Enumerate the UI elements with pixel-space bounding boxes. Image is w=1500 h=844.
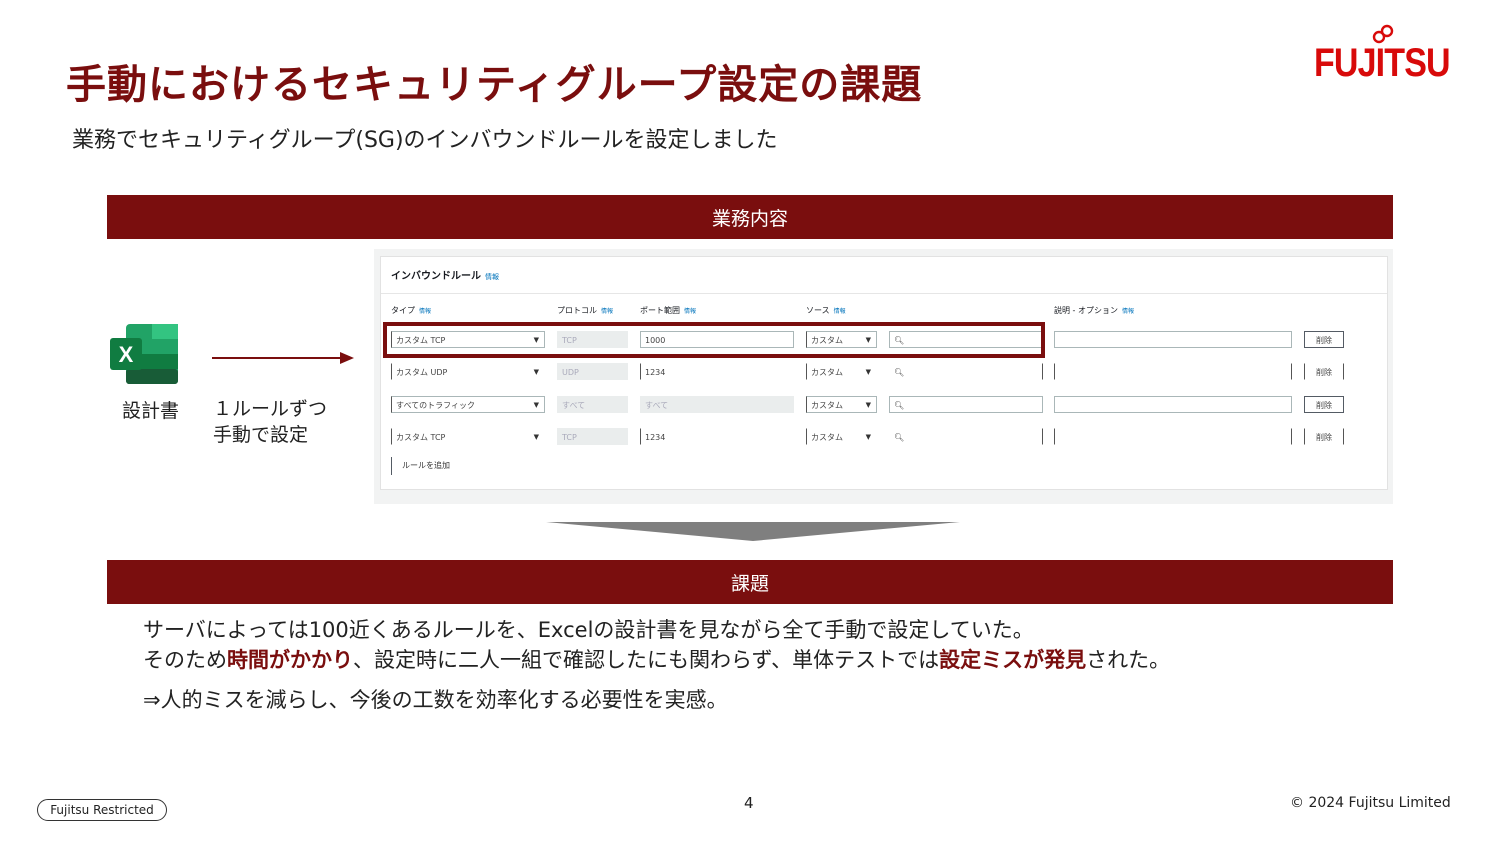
port-range-input[interactable]: 1234 <box>640 363 794 380</box>
delete-button[interactable]: 削除 <box>1304 396 1344 413</box>
inbound-rules-panel: インバウンドルール 情報 タイプ 情報 プロトコル 情報 ポート範囲 情報 ソース 情報 … <box>380 256 1388 490</box>
protocol-field: すべて <box>557 396 628 413</box>
source-select-value: カスタム <box>811 368 843 377</box>
emphasis-time: 時間がかかり <box>227 648 353 672</box>
logo-text: FUJITSU <box>1314 41 1451 85</box>
info-link[interactable]: 情報 <box>485 273 499 281</box>
port-range-input[interactable]: 1234 <box>640 428 794 445</box>
column-header-type-label: タイプ <box>391 306 415 315</box>
fujitsu-logo: FUJITSU <box>1312 24 1452 94</box>
type-select[interactable]: カスタム TCP ▼ <box>391 428 545 445</box>
info-link[interactable]: 情報 <box>684 308 696 315</box>
svg-text:X: X <box>119 342 134 367</box>
source-select-value: カスタム <box>811 433 843 442</box>
issue-line-2: そのため時間がかかり、設定時に二人一組で確認したにも関わらず、単体テストでは設定… <box>143 644 1170 674</box>
divider <box>381 293 1387 294</box>
info-link[interactable]: 情報 <box>419 308 431 315</box>
protocol-field: TCP <box>557 428 628 445</box>
section-header-issue-label: 課題 <box>730 572 769 595</box>
column-header-port-label: ポート範囲 <box>640 306 680 315</box>
caret-down-icon: ▼ <box>533 368 539 376</box>
caret-down-icon: ▼ <box>533 433 539 441</box>
search-icon: 🔍︎ <box>894 368 905 377</box>
delete-button[interactable]: 削除 <box>1304 363 1344 380</box>
inbound-rules-heading: インバウンドルール 情報 <box>391 267 499 282</box>
protocol-field: UDP <box>557 363 628 380</box>
caret-down-icon: ▼ <box>865 433 871 441</box>
copyright: © 2024 Fujitsu Limited <box>1290 795 1451 811</box>
source-search-input[interactable]: 🔍︎ <box>889 428 1043 445</box>
type-select-value: すべてのトラフィック <box>396 401 475 410</box>
issue-line-2-part-c: された。 <box>1086 648 1171 672</box>
type-select-value: カスタム UDP <box>396 368 448 377</box>
step-label-line2: 手動で設定 <box>213 424 309 446</box>
info-link[interactable]: 情報 <box>834 308 846 315</box>
description-input[interactable] <box>1054 363 1292 380</box>
source-select[interactable]: カスタム ▼ <box>806 363 877 380</box>
source-select[interactable]: カスタム ▼ <box>806 428 877 445</box>
column-header-description: 説明 - オプション 情報 <box>1054 305 1134 316</box>
column-header-type: タイプ 情報 <box>391 305 431 316</box>
inbound-rules-heading-text: インバウンドルール <box>391 271 481 282</box>
column-header-description-label: 説明 - オプション <box>1054 306 1118 315</box>
step-label-line1: １ルールずつ <box>213 398 328 420</box>
table-row: カスタム TCP ▼ TCP 1234 カスタム ▼ 🔍︎ 削除 <box>381 428 1387 448</box>
column-header-source: ソース 情報 <box>806 305 846 316</box>
source-select-value: カスタム <box>811 401 843 410</box>
subtitle: 業務でセキュリティグループ(SG)のインバウンドルールを設定しました <box>72 128 778 153</box>
page-title: 手動におけるセキュリティグループ設定の課題 <box>66 62 923 108</box>
type-select[interactable]: すべてのトラフィック ▼ <box>391 396 545 413</box>
delete-button[interactable]: 削除 <box>1304 428 1344 445</box>
search-icon: 🔍︎ <box>894 401 905 410</box>
delete-button[interactable]: 削除 <box>1304 331 1344 348</box>
column-header-protocol: プロトコル 情報 <box>557 305 613 316</box>
inbound-rules-screenshot: インバウンドルール 情報 タイプ 情報 プロトコル 情報 ポート範囲 情報 ソース 情報 … <box>374 249 1393 504</box>
port-range-field: すべて <box>640 396 794 413</box>
issue-line-1: サーバによっては100近くあるルールを、Excelの設計書を見ながら全て手動で設… <box>143 618 1034 642</box>
column-header-protocol-label: プロトコル <box>557 306 597 315</box>
description-input[interactable] <box>1054 428 1292 445</box>
page-number: 4 <box>744 794 754 812</box>
add-rule-button[interactable]: ルールを追加 <box>391 457 472 475</box>
type-select-value: カスタム TCP <box>396 433 446 442</box>
description-input[interactable] <box>1054 396 1292 413</box>
section-header-issue: 課題 <box>107 560 1393 604</box>
right-arrow-icon <box>212 352 354 364</box>
step-label: １ルールずつ 手動で設定 <box>213 396 327 448</box>
table-row: カスタム UDP ▼ UDP 1234 カスタム ▼ 🔍︎ 削除 <box>381 363 1387 383</box>
classification-badge: Fujitsu Restricted <box>37 799 167 821</box>
caret-down-icon: ▼ <box>865 401 871 409</box>
highlight-frame <box>383 322 1045 358</box>
down-arrow-icon <box>546 522 960 541</box>
section-header-business-label: 業務内容 <box>711 207 788 230</box>
excel-icon: X <box>110 324 178 384</box>
info-link[interactable]: 情報 <box>601 308 613 315</box>
column-header-port: ポート範囲 情報 <box>640 305 696 316</box>
type-select[interactable]: カスタム UDP ▼ <box>391 363 545 380</box>
issue-line-2-part-b: 、設定時に二人一組で確認したにも関わらず、単体テストでは <box>353 648 940 672</box>
search-icon: 🔍︎ <box>894 433 905 442</box>
table-row: すべてのトラフィック ▼ すべて すべて カスタム ▼ 🔍︎ 削除 <box>381 396 1387 416</box>
source-select[interactable]: カスタム ▼ <box>806 396 877 413</box>
description-input[interactable] <box>1054 331 1292 348</box>
emphasis-error: 設定ミスが発見 <box>939 648 1087 672</box>
design-doc-label: 設計書 <box>122 400 180 422</box>
column-header-source-label: ソース <box>806 306 830 315</box>
issue-conclusion: ⇒人的ミスを減らし、今後の工数を効率化する必要性を実感。 <box>143 688 728 712</box>
section-header-business: 業務内容 <box>107 195 1393 239</box>
caret-down-icon: ▼ <box>865 368 871 376</box>
info-link[interactable]: 情報 <box>1122 308 1134 315</box>
source-search-input[interactable]: 🔍︎ <box>889 396 1043 413</box>
issue-line-2-part-a: そのため <box>143 648 227 672</box>
caret-down-icon: ▼ <box>533 401 539 409</box>
source-search-input[interactable]: 🔍︎ <box>889 363 1043 380</box>
